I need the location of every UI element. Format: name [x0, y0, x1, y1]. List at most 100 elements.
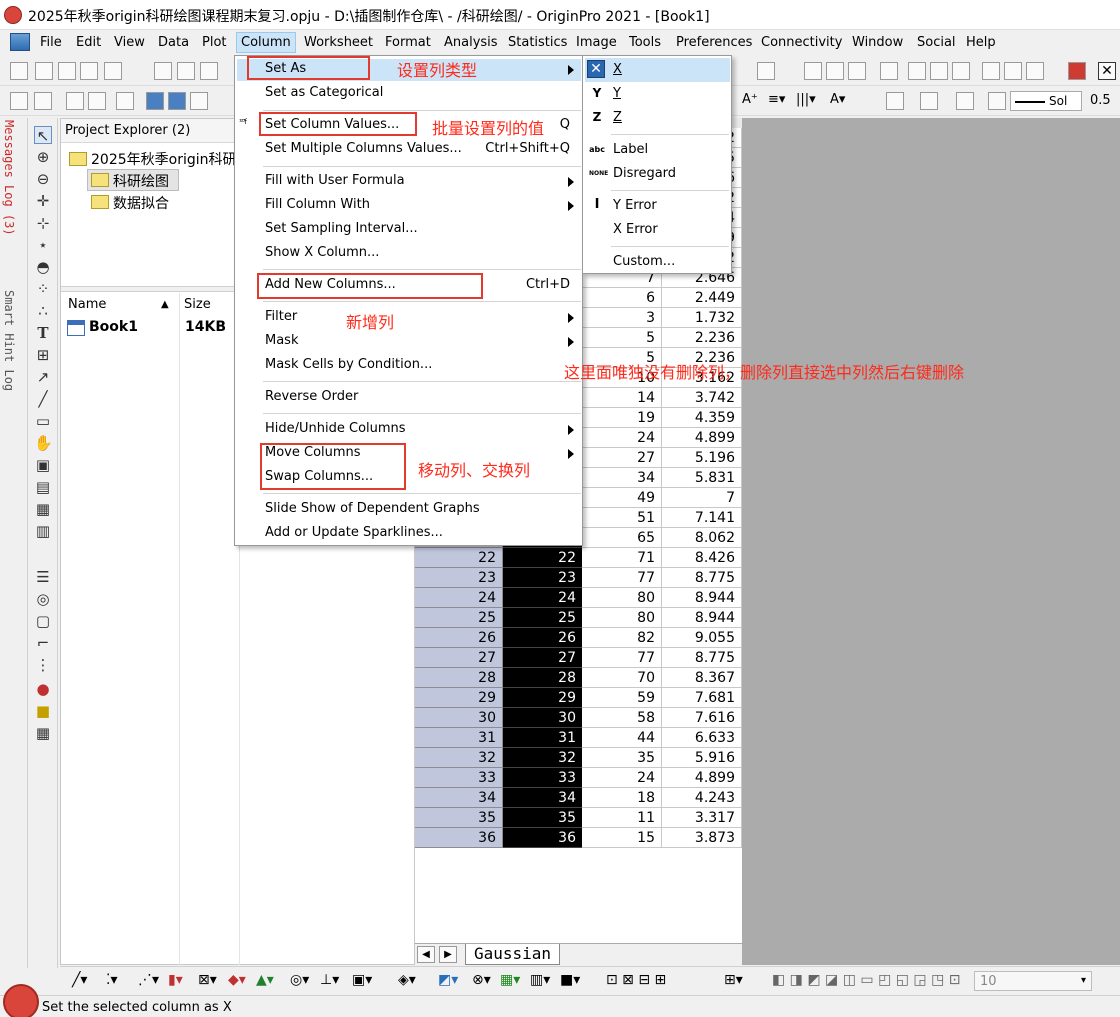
table-cell[interactable]: 27 [582, 448, 662, 468]
size-column-header[interactable]: Size [184, 297, 211, 312]
column-header-icon[interactable] [10, 92, 28, 110]
table-cell[interactable]: 25 [503, 608, 582, 628]
submenu-disregard[interactable]: Disregard [613, 166, 676, 181]
brightness-icon[interactable] [988, 92, 1006, 110]
table-cell[interactable]: 2.236 [662, 328, 742, 348]
submenu-y-error[interactable]: Y Error [613, 198, 657, 213]
record-icon[interactable]: ● [34, 680, 52, 698]
row-header-cell[interactable]: 32 [415, 748, 503, 768]
table-cell[interactable]: 3.317 [662, 808, 742, 828]
tree-folder-keyan[interactable]: 科研绘图 [113, 171, 169, 191]
table-row[interactable]: 30 30 58 7.616 [415, 708, 742, 728]
name-column-header[interactable]: Name [68, 297, 106, 312]
table-cell[interactable]: 22 [503, 548, 582, 568]
table-cell[interactable]: 71 [582, 548, 662, 568]
menu-format[interactable]: Format [385, 35, 431, 50]
grid-icon[interactable]: ⋮ [34, 656, 52, 674]
row-header-cell[interactable]: 34 [415, 788, 503, 808]
layer-plot-icon[interactable]: ◩▾ [438, 972, 458, 988]
row-header-cell[interactable]: 24 [415, 588, 503, 608]
table-cell[interactable]: 8.367 [662, 668, 742, 688]
table-cell[interactable]: 4.899 [662, 768, 742, 788]
table-cell[interactable]: 24 [582, 768, 662, 788]
pan-hand-icon[interactable]: ✋ [34, 434, 53, 452]
table-cell[interactable]: 58 [582, 708, 662, 728]
table-cell[interactable]: 30 [503, 708, 582, 728]
insert-graph-icon[interactable]: ▤ [34, 478, 52, 496]
line-plot-icon[interactable]: ╱▾ [72, 972, 87, 988]
table-cell[interactable]: 2.449 [662, 288, 742, 308]
table-cell[interactable]: 70 [582, 668, 662, 688]
table-row[interactable]: 24 24 80 8.944 [415, 588, 742, 608]
menu-preferences[interactable]: Preferences [676, 35, 752, 50]
row-header-cell[interactable]: 33 [415, 768, 503, 788]
table-row[interactable]: 36 36 15 3.873 [415, 828, 742, 848]
table-row[interactable]: 26 26 82 9.055 [415, 628, 742, 648]
menu-column[interactable]: Column [236, 32, 296, 53]
object-edit-icons[interactable]: ◧ ◨ ◩ ◪ ◫ ▭ ◰ ◱ ◲ ◳ ⊡ [772, 972, 961, 988]
table-cell[interactable]: 11 [582, 808, 662, 828]
table-cell[interactable]: 8.944 [662, 608, 742, 628]
font-size-dropdown[interactable]: 10 ▾ [974, 971, 1092, 991]
save-icon[interactable] [200, 62, 218, 80]
workbook-icon[interactable] [10, 33, 30, 51]
tree-root[interactable]: 2025年秋季origin科研 [91, 149, 237, 169]
menu-social[interactable]: Social [917, 35, 956, 50]
menu-item-hide-unhide-columns[interactable]: Hide/Unhide Columns [265, 421, 406, 436]
table-row[interactable]: 35 35 11 3.317 [415, 808, 742, 828]
table-cell[interactable]: 27 [503, 648, 582, 668]
target-icon[interactable]: ◎ [34, 590, 52, 608]
row-header-cell[interactable]: 28 [415, 668, 503, 688]
tab-prev-icon[interactable]: ◀ [417, 946, 435, 963]
table-row[interactable]: 27 27 77 8.775 [415, 648, 742, 668]
menu-statistics[interactable]: Statistics [508, 35, 567, 50]
submenu-z[interactable]: Z [613, 110, 622, 125]
table-row[interactable]: 34 34 18 4.243 [415, 788, 742, 808]
arrow-tool-icon[interactable]: ↗ [34, 368, 52, 386]
sort-icon[interactable] [848, 62, 866, 80]
table-row[interactable]: 29 29 59 7.681 [415, 688, 742, 708]
table-cell[interactable]: 4.243 [662, 788, 742, 808]
rectangle-tool-icon[interactable]: ▭ [34, 412, 52, 430]
menu-item-add-update-sparklines[interactable]: Add or Update Sparklines... [265, 525, 443, 540]
menu-item-filter[interactable]: Filter [265, 309, 297, 324]
menu-view[interactable]: View [114, 35, 145, 50]
menu-worksheet[interactable]: Worksheet [304, 35, 373, 50]
new-project-icon[interactable] [10, 62, 28, 80]
zoom-out-icon[interactable]: ⊖ [34, 170, 52, 188]
menu-file[interactable]: File [40, 35, 62, 50]
table-cell[interactable]: 34 [582, 468, 662, 488]
table-cell[interactable]: 18 [582, 788, 662, 808]
multi-panel-icon[interactable]: ⊠▾ [198, 972, 217, 988]
data-selector-icon[interactable]: ⋆ [34, 236, 52, 254]
submenu-custom[interactable]: Custom... [613, 254, 675, 269]
menu-connectivity[interactable]: Connectivity [761, 35, 842, 50]
table-cell[interactable]: 33 [503, 768, 582, 788]
menu-window[interactable]: Window [852, 35, 903, 50]
menu-item-mask-cells-by-condition[interactable]: Mask Cells by Condition... [265, 357, 432, 372]
row-number-icon[interactable] [34, 92, 52, 110]
table-cell[interactable]: 14 [582, 388, 662, 408]
table-cell[interactable]: 32 [503, 748, 582, 768]
table-cell[interactable]: 77 [582, 568, 662, 588]
menu-item-set-as-categorical[interactable]: Set as Categorical [265, 85, 383, 100]
table-cell[interactable]: 3 [582, 308, 662, 328]
table-cell[interactable]: 6.633 [662, 728, 742, 748]
line-width-value[interactable]: 0.5 [1090, 93, 1111, 108]
table-cell[interactable]: 36 [503, 828, 582, 848]
snap-icon[interactable]: ⊡ ⊠ ⊟ ⊞ [606, 972, 666, 988]
table-row[interactable]: 31 31 44 6.633 [415, 728, 742, 748]
draw-data-icon[interactable]: ⁘ [34, 280, 52, 298]
pie-plot-icon[interactable]: ◆▾ [228, 972, 246, 988]
table-tool-icon[interactable]: ▦ [34, 724, 52, 742]
table-cell[interactable]: 65 [582, 528, 662, 548]
row-header-cell[interactable]: 27 [415, 648, 503, 668]
import-icon[interactable] [154, 62, 172, 80]
row-header-cell[interactable]: 30 [415, 708, 503, 728]
table-cell[interactable]: 7 [662, 488, 742, 508]
menu-item-set-multiple-columns-values[interactable]: Set Multiple Columns Values... [265, 141, 462, 156]
template-icon[interactable]: ▣▾ [352, 972, 372, 988]
table-cell[interactable]: 5.916 [662, 748, 742, 768]
pattern-icon[interactable] [920, 92, 938, 110]
row-header-cell[interactable]: 31 [415, 728, 503, 748]
